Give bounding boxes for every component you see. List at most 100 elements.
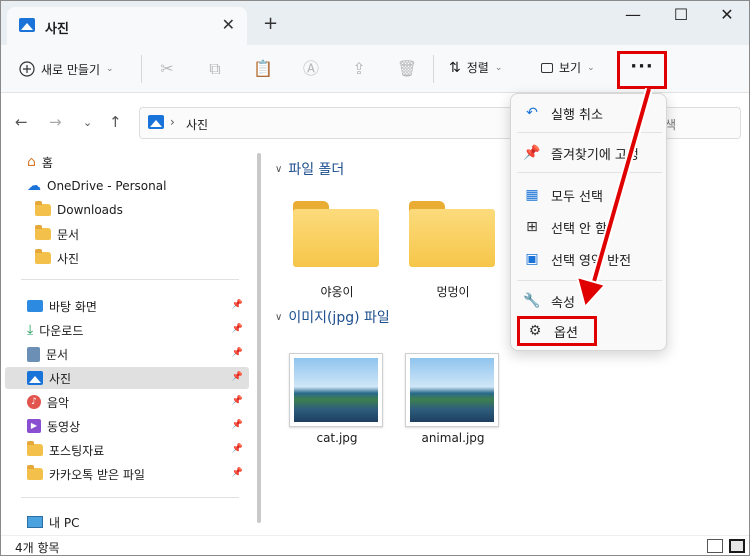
pin-icon[interactable]: 📌 bbox=[232, 396, 243, 406]
menu-divider bbox=[517, 280, 662, 281]
sidebar-item-label: 문서 bbox=[46, 347, 69, 362]
menu-item-properties[interactable]: 🔧 속성 bbox=[517, 286, 662, 316]
image-thumbnail[interactable] bbox=[289, 353, 383, 427]
new-button-label: 새로 만들기 bbox=[41, 62, 101, 77]
sidebar-item-label: 내 PC bbox=[49, 515, 80, 530]
sidebar-item-home[interactable]: ⌂ 홈 bbox=[5, 151, 249, 173]
group-title: 이미지(jpg) 파일 bbox=[288, 310, 390, 326]
pin-icon: 📌 bbox=[523, 145, 541, 161]
sidebar-item-downloads-pinned[interactable]: ⤓ 다운로드 📌 bbox=[5, 319, 249, 341]
sidebar-item-photos-onedrive[interactable]: 사진 bbox=[5, 247, 249, 269]
chevron-down-icon: ⌄ bbox=[494, 62, 503, 73]
details-view-icon[interactable] bbox=[707, 539, 723, 553]
sidebar-item-label: 다운로드 bbox=[39, 323, 84, 338]
sidebar-item-documents-pinned[interactable]: 문서 📌 bbox=[5, 343, 249, 365]
minimize-button[interactable]: — bbox=[613, 5, 653, 24]
menu-item-label: 속성 bbox=[551, 295, 575, 311]
share-icon[interactable]: ⇪ bbox=[347, 57, 371, 81]
file-name[interactable]: animal.jpg bbox=[403, 431, 503, 445]
sidebar-scrollbar[interactable] bbox=[257, 153, 261, 523]
menu-item-label: 선택 영역 반전 bbox=[551, 253, 632, 269]
pin-icon[interactable]: 📌 bbox=[232, 444, 243, 454]
view-label: 보기 bbox=[559, 61, 582, 75]
folder-item[interactable] bbox=[293, 197, 379, 269]
menu-item-pin-quick-access[interactable]: 📌 즐겨찾기에 고정 bbox=[517, 138, 662, 168]
up-arrow-icon[interactable]: ↑ bbox=[109, 113, 122, 131]
file-explorer-window: 사진 ✕ + — ☐ ✕ 새로 만들기 ⌄ ✂ ⧉ 📋 Ⓐ ⇪ 🗑 ⇅ 정렬 ⌄… bbox=[0, 0, 750, 556]
video-icon: ▶ bbox=[27, 419, 41, 433]
file-list: ∨ 파일 폴더 야옹이 멍멍이 ∨ 이미지(jpg) 파일 cat.jpg an… bbox=[267, 149, 749, 535]
file-name[interactable]: cat.jpg bbox=[287, 431, 387, 445]
pin-icon[interactable]: 📌 bbox=[232, 372, 243, 382]
recent-chevron-icon[interactable]: ⌄ bbox=[83, 116, 92, 129]
item-count: 4개 항목 bbox=[15, 541, 60, 555]
address-bar[interactable]: › 사진 bbox=[139, 107, 521, 139]
tab-photos[interactable]: 사진 ✕ bbox=[7, 7, 247, 45]
menu-item-undo[interactable]: ↶ 실행 취소 bbox=[517, 98, 662, 128]
sidebar-item-label: 문서 bbox=[57, 227, 80, 242]
forward-arrow-icon[interactable]: → bbox=[49, 113, 62, 131]
sidebar-item-this-pc[interactable]: 내 PC bbox=[5, 511, 249, 533]
new-button[interactable]: 새로 만들기 ⌄ bbox=[19, 57, 114, 81]
delete-icon[interactable]: 🗑 bbox=[395, 57, 419, 81]
pin-icon[interactable]: 📌 bbox=[232, 324, 243, 334]
photos-icon bbox=[27, 371, 43, 385]
toolbar-divider bbox=[141, 55, 142, 83]
command-bar: 새로 만들기 ⌄ ✂ ⧉ 📋 Ⓐ ⇪ 🗑 ⇅ 정렬 ⌄ 보기 ⌄ ··· bbox=[1, 45, 749, 93]
title-bar: 사진 ✕ + — ☐ ✕ bbox=[1, 1, 749, 45]
menu-item-options[interactable]: ⚙ 옵션 bbox=[517, 316, 597, 346]
menu-item-label: 모두 선택 bbox=[551, 189, 603, 205]
pin-icon[interactable]: 📌 bbox=[232, 300, 243, 310]
folder-icon bbox=[35, 225, 51, 240]
sidebar-item-downloads[interactable]: Downloads bbox=[5, 199, 249, 221]
rename-icon[interactable]: Ⓐ bbox=[299, 57, 323, 81]
sort-button[interactable]: ⇅ 정렬 ⌄ bbox=[449, 59, 502, 76]
menu-item-invert-selection[interactable]: ▣ 선택 영역 반전 bbox=[517, 244, 662, 274]
landscape-image bbox=[294, 358, 378, 422]
chevron-down-icon: ⌄ bbox=[106, 64, 114, 74]
sidebar-item-onedrive[interactable]: ☁ OneDrive - Personal bbox=[5, 175, 249, 197]
folders-group-header[interactable]: ∨ 파일 폴더 bbox=[275, 159, 344, 179]
undo-icon: ↶ bbox=[526, 105, 538, 121]
sidebar-item-documents[interactable]: 문서 bbox=[5, 223, 249, 245]
folder-item[interactable] bbox=[409, 197, 495, 269]
images-group-header[interactable]: ∨ 이미지(jpg) 파일 bbox=[275, 307, 390, 327]
see-more-button[interactable]: ··· bbox=[617, 51, 667, 89]
chevron-down-icon: ⌄ bbox=[587, 62, 595, 73]
pin-icon[interactable]: 📌 bbox=[232, 348, 243, 358]
tab-close-icon[interactable]: ✕ bbox=[222, 15, 235, 34]
maximize-button[interactable]: ☐ bbox=[661, 5, 701, 24]
folder-name[interactable]: 멍멍이 bbox=[403, 283, 503, 300]
sidebar-item-label: 홈 bbox=[41, 155, 53, 170]
sidebar-item-label: 카카오톡 받은 파일 bbox=[49, 467, 145, 482]
view-button[interactable]: 보기 ⌄ bbox=[541, 59, 595, 76]
sidebar-item-videos[interactable]: ▶ 동영상 📌 bbox=[5, 415, 249, 437]
tab-title: 사진 bbox=[45, 22, 69, 37]
pin-icon[interactable]: 📌 bbox=[232, 468, 243, 478]
sidebar-item-label: Downloads bbox=[57, 203, 123, 217]
music-icon: ♪ bbox=[27, 395, 41, 409]
sidebar-item-label: 사진 bbox=[49, 371, 72, 386]
paste-icon[interactable]: 📋 bbox=[251, 57, 275, 81]
large-icons-view-icon[interactable] bbox=[729, 539, 745, 553]
cut-icon[interactable]: ✂ bbox=[155, 57, 179, 81]
breadcrumb[interactable]: 사진 bbox=[186, 116, 208, 133]
menu-divider bbox=[517, 172, 662, 173]
new-tab-button[interactable]: + bbox=[263, 13, 278, 34]
image-thumbnail[interactable] bbox=[405, 353, 499, 427]
pin-icon[interactable]: 📌 bbox=[232, 420, 243, 430]
sidebar-item-music[interactable]: ♪ 음악 📌 bbox=[5, 391, 249, 413]
menu-item-select-all[interactable]: ▦ 모두 선택 bbox=[517, 180, 662, 210]
sidebar-item-posting[interactable]: 포스팅자료 📌 bbox=[5, 439, 249, 461]
back-arrow-icon[interactable]: ← bbox=[15, 113, 28, 131]
sidebar-item-desktop[interactable]: 바탕 화면 📌 bbox=[5, 295, 249, 317]
folder-name[interactable]: 야옹이 bbox=[287, 283, 387, 300]
menu-item-label: 실행 취소 bbox=[551, 107, 603, 123]
copy-icon[interactable]: ⧉ bbox=[203, 57, 227, 81]
menu-item-select-none[interactable]: ⊞ 선택 안 함 bbox=[517, 212, 662, 242]
sidebar-item-photos[interactable]: 사진 📌 bbox=[5, 367, 249, 389]
close-window-button[interactable]: ✕ bbox=[707, 5, 747, 24]
sidebar-item-kakaotalk[interactable]: 카카오톡 받은 파일 📌 bbox=[5, 463, 249, 485]
plus-circle-icon bbox=[19, 61, 35, 77]
landscape-image bbox=[410, 358, 494, 422]
